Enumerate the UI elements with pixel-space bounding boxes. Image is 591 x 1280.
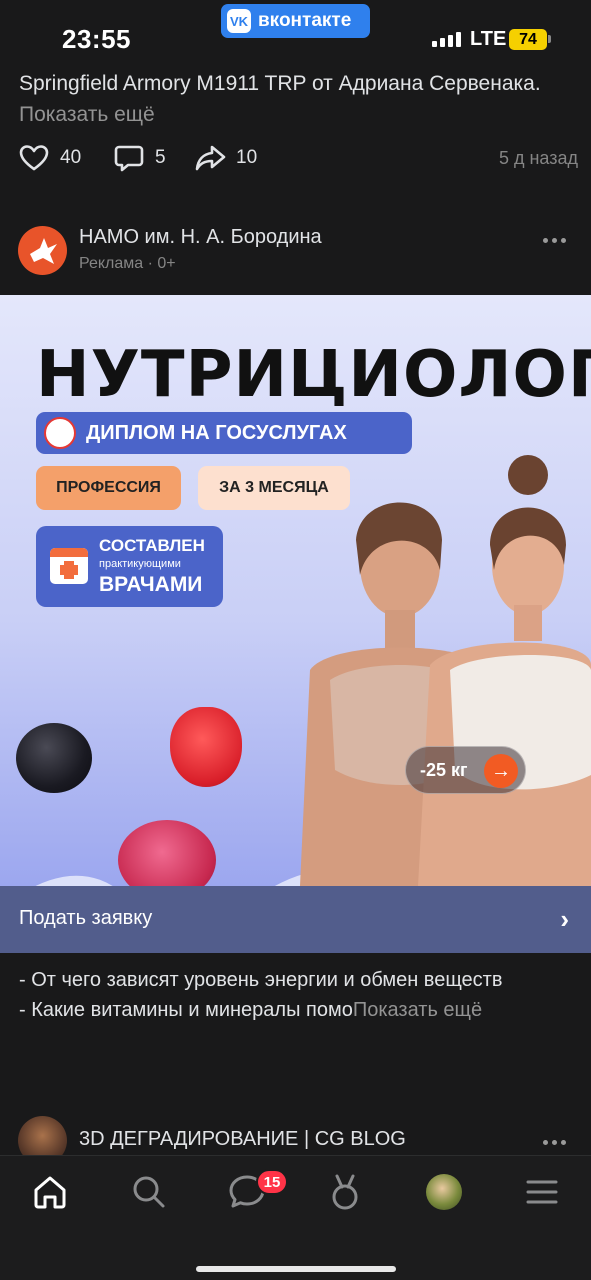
next-more-options-icon[interactable] [543,1140,566,1145]
comment-icon [114,145,144,172]
clips-icon [332,1174,358,1210]
woman-right-image [418,455,591,886]
battery-tip [548,35,551,43]
next-author-name[interactable]: 3D ДЕГРАДИРОВАНИЕ | CG BLOG [79,1128,406,1151]
signal-icon [432,32,461,47]
show-more-link[interactable]: Показать ещё [19,103,155,126]
profession-tag: ПРОФЕССИЯ [36,466,181,510]
arrow-right-icon: → [484,754,518,788]
weight-loss-text: -25 кг [420,760,468,780]
chevron-right-icon: › [560,904,569,934]
likes-count: 40 [60,147,82,168]
menu-icon [526,1180,558,1204]
ad-author-avatar[interactable] [18,226,67,275]
heart-icon [19,145,49,171]
more-options-icon[interactable] [543,238,566,243]
like-button[interactable]: 40 [18,142,81,174]
messages-badge: 15 [256,1169,288,1195]
banner-title: НУТРИЦИОЛОГ [36,338,591,412]
battery-icon: 74 [509,29,547,50]
vk-logo-icon: VK [227,9,251,33]
ad-author-name[interactable]: НАМО им. Н. А. Бородина [79,226,322,249]
apply-cta-button[interactable]: Подать заявку › [0,886,591,953]
duration-tag: ЗА 3 МЕСЯЦА [198,466,350,510]
comment-button[interactable]: 5 [113,142,166,174]
doctors-badge: СОСТАВЛЕН практикующими ВРАЧАМИ [36,526,223,607]
tab-clips[interactable] [325,1172,365,1212]
previous-post-text-content: Springfield Armory M1911 TRP от Адриана … [19,72,541,95]
tab-profile[interactable] [424,1172,464,1212]
comments-count: 5 [155,147,166,168]
strawberry-image [170,707,242,787]
previous-post-text: Springfield Armory M1911 TRP от Адриана … [19,68,579,130]
share-icon [195,145,226,171]
post-actions: 40 5 10 5 д назад [18,142,578,176]
ad-post-line1: - От чего зависят уровень энергии и обме… [19,969,503,991]
status-bar: 23:55 VK вконтакте LTE 74 [0,0,591,72]
doctors-line3: ВРАЧАМИ [99,573,203,596]
doctors-line2: практикующими [99,558,181,570]
profile-avatar [426,1174,462,1210]
post-timestamp: 5 д назад [498,148,578,168]
tab-menu[interactable] [522,1172,562,1212]
ad-post-header: НАМО им. Н. А. Бородина Реклама · 0+ [18,224,578,276]
apply-cta-label: Подать заявку [19,907,153,929]
raspberry-image [118,820,216,886]
medical-kit-icon [50,548,88,584]
tab-search[interactable] [129,1172,169,1212]
ad-label: Реклама · 0+ [79,255,176,272]
home-indicator[interactable] [196,1266,396,1272]
ad-show-more-link[interactable]: Показать ещё [353,999,482,1021]
status-time: 23:55 [62,24,131,54]
share-button[interactable]: 10 [194,142,257,174]
bird-logo-icon [29,237,57,264]
network-type: LTE [470,28,507,50]
battery-level: 74 [519,30,537,48]
home-icon [34,1176,66,1209]
diploma-text: ДИПЛОМ НА ГОСУСЛУГАХ [86,421,347,444]
diploma-badge: ДИПЛОМ НА ГОСУСЛУГАХ [36,412,412,454]
blackberry-image [16,723,92,793]
gosuslugi-icon [44,417,76,449]
vk-app-name: вконтакте [258,10,352,31]
ad-post-line2-row: - Какие витамины и минералы помоПоказать… [19,995,579,1025]
tab-home[interactable] [30,1172,70,1212]
doctors-line1: СОСТАВЛЕН [99,536,205,555]
next-post-header: 3D ДЕГРАДИРОВАНИЕ | CG BLOG [18,1116,578,1165]
shares-count: 10 [236,147,258,168]
bottom-tab-bar: 15 [0,1155,591,1280]
weight-loss-badge: -25 кг → [405,746,526,794]
vk-app-pill[interactable]: VK вконтакте [221,4,370,38]
ad-post-text: - От чего зависят уровень энергии и обме… [19,965,579,1025]
search-icon [133,1176,165,1208]
ad-post-line2: - Какие витамины и минералы помо [19,999,353,1021]
